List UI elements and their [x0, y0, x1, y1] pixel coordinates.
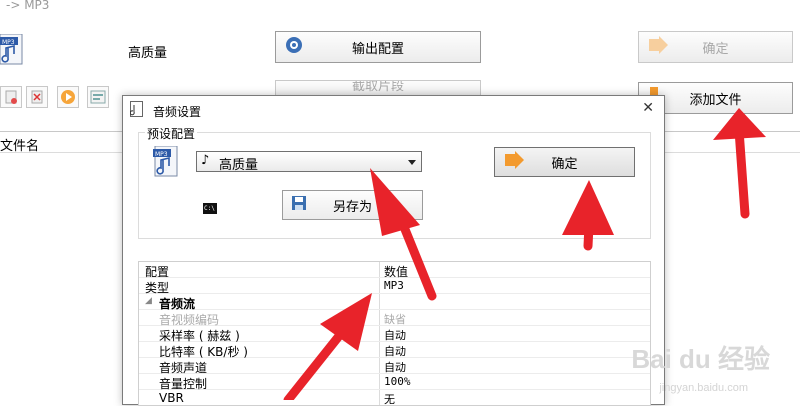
chevron-down-icon	[408, 160, 416, 165]
add-file-label: 添加文件	[689, 89, 741, 108]
mp3-preset-icon: MP3	[153, 146, 179, 181]
grid-header: 配置 数值	[139, 262, 651, 278]
window-title: -> MP3	[6, 0, 49, 12]
dialog-ok-label: 确定	[551, 153, 577, 172]
save-as-label: 另存为	[333, 196, 372, 215]
command-icon[interactable]: C:\	[203, 203, 217, 214]
row-value: 无	[384, 391, 395, 406]
table-row[interactable]: 类型 MP3	[139, 278, 651, 294]
table-row[interactable]: 音量控制 100%	[139, 374, 651, 390]
row-value: 自动	[384, 327, 406, 343]
play-icon[interactable]	[57, 86, 79, 108]
ok-label-main: 确定	[702, 38, 728, 57]
row-value: 自动	[384, 359, 406, 375]
row-value: 缺省	[384, 311, 406, 327]
close-icon[interactable]: ✕	[642, 100, 654, 116]
svg-text:MP3: MP3	[2, 39, 15, 46]
delete-icon[interactable]	[26, 86, 48, 108]
ok-arrow-icon	[647, 36, 669, 58]
row-name: VBR	[159, 391, 184, 405]
audio-settings-dialog: 音频设置 ✕ 预设配置 MP3 ♪ 高质量 确定 C:\ 另存为 配置 数值	[122, 95, 665, 405]
expand-icon[interactable]: ◢	[145, 296, 152, 306]
filename-column-header[interactable]: 文件名	[0, 135, 39, 154]
baidu-watermark: Bai du 经验	[631, 339, 770, 376]
clip-label: 截取片段	[352, 80, 404, 94]
dialog-title: 音频设置	[153, 103, 201, 120]
preset-group-label: 预设配置	[145, 125, 197, 142]
mp3-format-icon: MP3	[0, 34, 24, 66]
ok-button-main[interactable]: 确定	[638, 31, 793, 63]
music-note-icon: ♪	[201, 153, 209, 168]
table-row[interactable]: ◢ 音频流	[139, 294, 651, 310]
save-icon	[291, 195, 307, 215]
svg-text:MP3: MP3	[155, 151, 168, 158]
property-grid: 配置 数值 类型 MP3 ◢ 音频流 音视频编码 缺省 采样率 ( 赫兹 ) 自…	[138, 261, 651, 406]
table-row[interactable]: 采样率 ( 赫兹 ) 自动	[139, 326, 651, 342]
table-row[interactable]: VBR 无	[139, 390, 651, 406]
preset-value: 高质量	[219, 154, 258, 173]
row-value: MP3	[384, 279, 404, 292]
dialog-app-icon	[130, 101, 144, 120]
row-value: 自动	[384, 343, 406, 359]
output-config-label: 输出配置	[352, 38, 404, 57]
baidu-watermark-url: jingyan.baidu.com	[659, 382, 748, 394]
table-row[interactable]: 音频声道 自动	[139, 358, 651, 374]
info-icon[interactable]	[87, 86, 109, 108]
dialog-ok-button[interactable]: 确定	[494, 147, 635, 177]
row-value: 100%	[384, 375, 411, 388]
preset-select[interactable]: ♪ 高质量	[196, 151, 422, 172]
remove-icon[interactable]	[0, 86, 22, 108]
output-config-icon	[284, 35, 304, 59]
output-config-button[interactable]: 输出配置	[275, 31, 481, 63]
ok-arrow-icon	[503, 151, 525, 173]
save-as-button[interactable]: 另存为	[282, 190, 423, 220]
quality-label: 高质量	[128, 42, 167, 61]
table-row[interactable]: 比特率 ( KB/秒 ) 自动	[139, 342, 651, 358]
table-row[interactable]: 音视频编码 缺省	[139, 310, 651, 326]
